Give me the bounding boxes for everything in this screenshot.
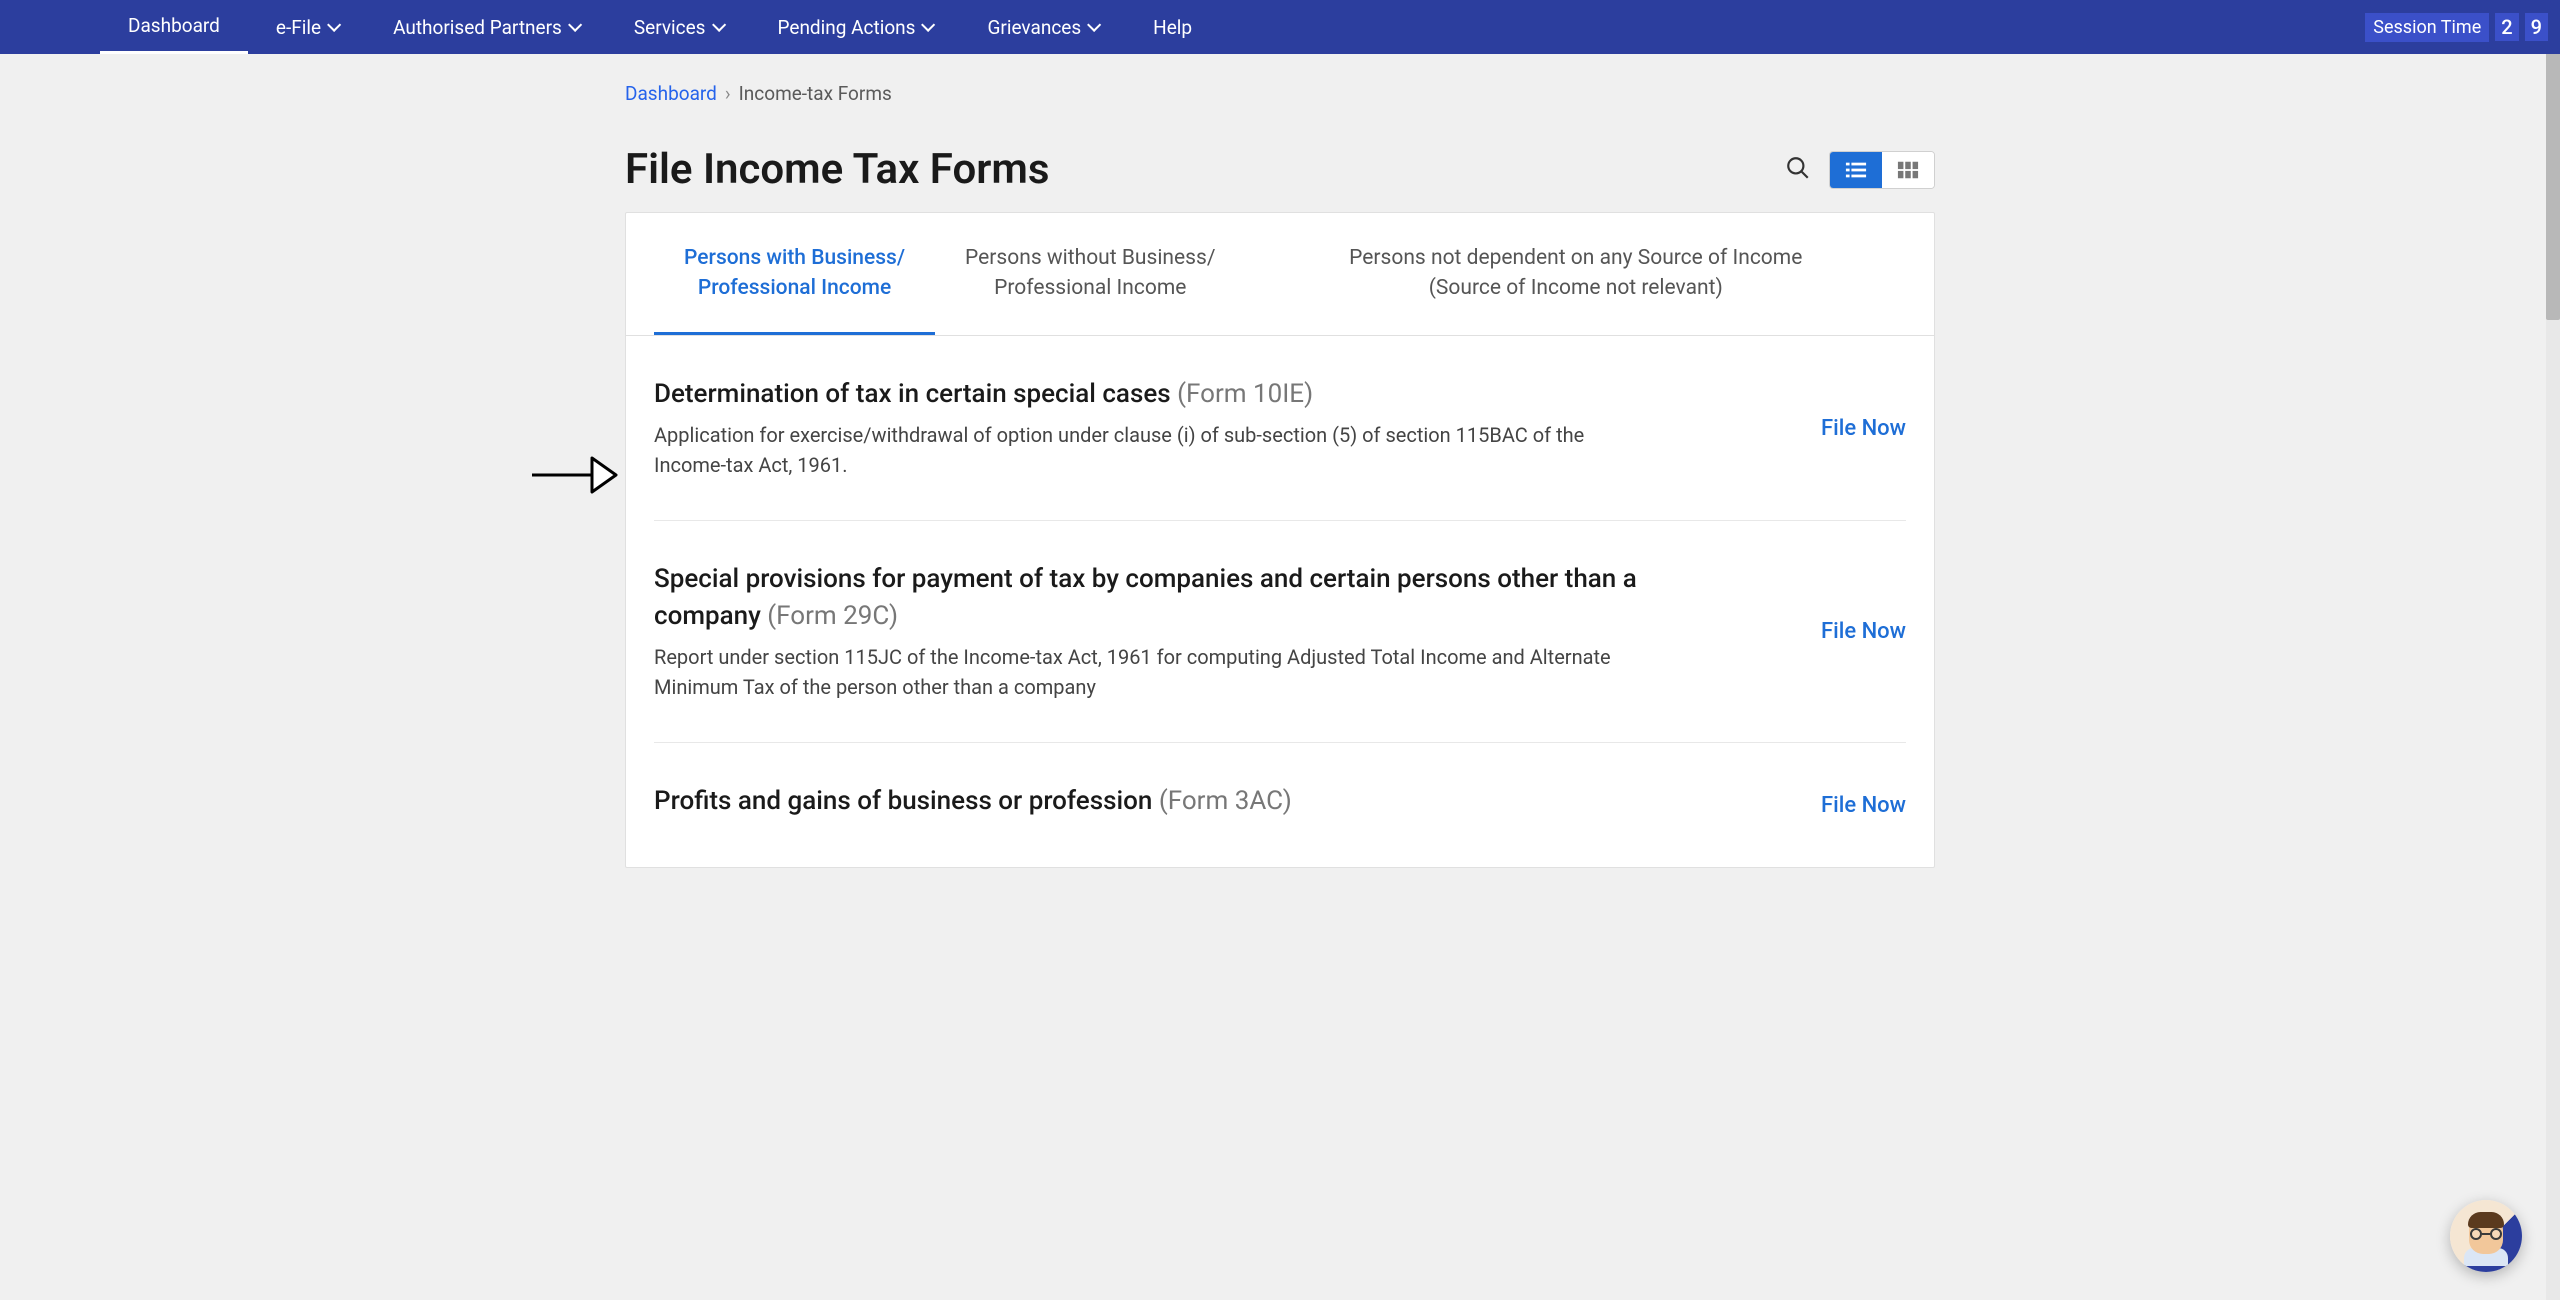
- nav-pending-actions[interactable]: Pending Actions: [750, 0, 960, 54]
- tab-line2: (Source of Income not relevant): [1276, 273, 1876, 303]
- session-timer: Session Time 2 9: [2365, 13, 2560, 42]
- form-title: Determination of tax in certain special …: [654, 376, 1654, 412]
- file-now-link[interactable]: File Now: [1821, 416, 1906, 441]
- content-card: Persons with Business/ Professional Inco…: [625, 212, 1935, 868]
- list-icon: [1845, 160, 1867, 180]
- tabs: Persons with Business/ Professional Inco…: [626, 213, 1934, 336]
- session-label: Session Time: [2365, 13, 2489, 42]
- nav-dashboard[interactable]: Dashboard: [100, 0, 248, 54]
- form-text: Determination of tax in certain special …: [654, 376, 1654, 480]
- nav-label: Services: [634, 16, 706, 39]
- list-view-button[interactable]: [1830, 152, 1882, 188]
- nav-efile[interactable]: e-File: [248, 0, 365, 54]
- nav-label: e-File: [276, 16, 321, 39]
- form-code: (Form 10IE): [1177, 379, 1313, 409]
- breadcrumb-separator: ›: [725, 82, 731, 105]
- breadcrumb-root[interactable]: Dashboard: [625, 82, 717, 105]
- session-digit: 9: [2525, 13, 2548, 41]
- nav-label: Dashboard: [128, 14, 220, 37]
- nav-help[interactable]: Help: [1125, 0, 1220, 54]
- scrollbar[interactable]: [2546, 0, 2560, 1300]
- title-tools: [1779, 149, 1935, 190]
- nav-label: Authorised Partners: [393, 16, 562, 39]
- session-digit: 2: [2495, 13, 2518, 41]
- search-button[interactable]: [1779, 149, 1817, 190]
- tab-line2: Professional Income: [684, 273, 905, 303]
- view-toggle: [1829, 151, 1935, 189]
- grid-view-button[interactable]: [1882, 152, 1934, 188]
- form-row: Determination of tax in certain special …: [654, 336, 1906, 521]
- form-title-text: Profits and gains of business or profess…: [654, 786, 1152, 816]
- search-icon: [1785, 155, 1811, 181]
- chevron-down-icon: [1087, 18, 1101, 32]
- top-nav: Dashboard e-File Authorised Partners Ser…: [0, 0, 2560, 54]
- tab-line2: Professional Income: [965, 273, 1215, 303]
- tab-without-business-income[interactable]: Persons without Business/ Professional I…: [935, 213, 1245, 335]
- breadcrumb: Dashboard › Income-tax Forms: [625, 54, 1935, 105]
- form-desc: Report under section 115JC of the Income…: [654, 642, 1654, 702]
- chatbot-avatar-icon: [2462, 1212, 2510, 1260]
- form-row: Special provisions for payment of tax by…: [654, 521, 1906, 743]
- tab-business-income[interactable]: Persons with Business/ Professional Inco…: [654, 213, 935, 335]
- breadcrumb-current: Income-tax Forms: [739, 82, 892, 105]
- form-title: Profits and gains of business or profess…: [654, 783, 1654, 819]
- tab-line1: Persons not dependent on any Source of I…: [1276, 243, 1876, 273]
- chevron-down-icon: [712, 18, 726, 32]
- form-title: Special provisions for payment of tax by…: [654, 561, 1654, 634]
- nav-services[interactable]: Services: [606, 0, 750, 54]
- grid-icon: [1897, 160, 1919, 180]
- pointer-arrow-icon: [530, 452, 618, 502]
- form-desc: Application for exercise/withdrawal of o…: [654, 420, 1654, 480]
- form-text: Profits and gains of business or profess…: [654, 783, 1654, 827]
- form-code: (Form 29C): [767, 601, 898, 631]
- tab-line1: Persons with Business/: [684, 243, 905, 273]
- file-now-link[interactable]: File Now: [1821, 793, 1906, 818]
- nav-label: Grievances: [987, 16, 1081, 39]
- form-code: (Form 3AC): [1159, 786, 1292, 816]
- form-text: Special provisions for payment of tax by…: [654, 561, 1654, 702]
- chevron-down-icon: [568, 18, 582, 32]
- nav-label: Pending Actions: [778, 16, 916, 39]
- nav-label: Help: [1153, 16, 1192, 39]
- form-row: Profits and gains of business or profess…: [654, 743, 1906, 867]
- file-now-link[interactable]: File Now: [1821, 619, 1906, 644]
- nav-grievances[interactable]: Grievances: [959, 0, 1125, 54]
- chevron-down-icon: [327, 18, 341, 32]
- tab-line1: Persons without Business/: [965, 243, 1215, 273]
- chevron-down-icon: [922, 18, 936, 32]
- nav-authorised-partners[interactable]: Authorised Partners: [365, 0, 606, 54]
- form-title-text: Determination of tax in certain special …: [654, 379, 1171, 409]
- page-title: File Income Tax Forms: [625, 145, 1049, 194]
- forms-list: Determination of tax in certain special …: [626, 336, 1934, 868]
- tab-no-source-income[interactable]: Persons not dependent on any Source of I…: [1246, 213, 1906, 335]
- chatbot-button[interactable]: [2450, 1200, 2522, 1272]
